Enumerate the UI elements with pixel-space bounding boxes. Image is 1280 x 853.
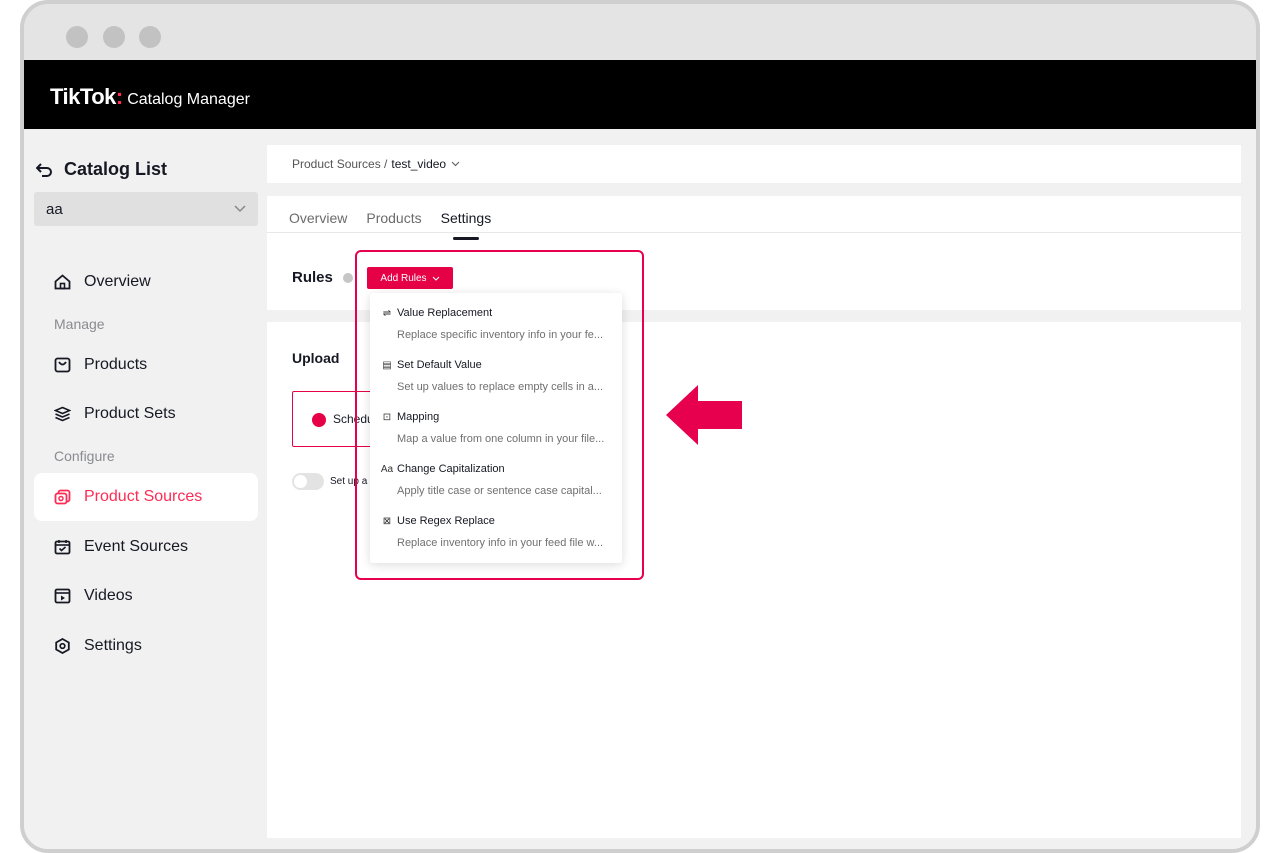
top-bar: TikTok : Catalog Manager [24, 60, 1256, 129]
chevron-down-icon[interactable] [451, 161, 460, 167]
sidebar-item-videos[interactable]: Videos [34, 572, 258, 620]
tab-bar: Overview Products Settings [289, 210, 491, 240]
sidebar-item-products[interactable]: Products [34, 341, 258, 389]
sidebar-item-label: Product Sources [84, 488, 203, 505]
tab-products[interactable]: Products [366, 210, 421, 226]
sidebar-item-product-sources[interactable]: Product Sources [34, 473, 258, 521]
back-to-catalog-list[interactable]: Catalog List [36, 159, 167, 180]
breadcrumb-current[interactable]: test_video [391, 157, 446, 171]
browser-window: TikTok : Catalog Manager Catalog List aa… [20, 0, 1260, 853]
nav-group-configure: Configure [54, 448, 115, 464]
tiktok-logo: TikTok [50, 84, 116, 109]
help-icon[interactable] [342, 272, 353, 283]
pointer-arrow-icon [666, 385, 742, 445]
sidebar: Catalog List aa Overview Manage Products… [24, 129, 267, 849]
sidebar-item-label: Overview [84, 273, 151, 290]
sidebar-item-overview[interactable]: Overview [34, 258, 258, 306]
product-sources-icon [54, 489, 71, 505]
home-icon [54, 274, 71, 290]
breadcrumb-parent[interactable]: Product Sources / [292, 157, 387, 171]
sidebar-item-label: Videos [84, 587, 133, 604]
shopping-bag-icon [54, 357, 71, 373]
chevron-down-icon [234, 205, 246, 213]
tab-settings[interactable]: Settings [441, 210, 491, 240]
sidebar-item-settings[interactable]: Settings [34, 622, 258, 670]
sidebar-item-label: Settings [84, 637, 142, 654]
sidebar-item-label: Event Sources [84, 538, 189, 555]
check-circle-icon [312, 413, 326, 427]
video-icon [54, 588, 71, 604]
catalog-select[interactable]: aa [34, 192, 258, 226]
sidebar-item-label: Products [84, 356, 148, 373]
window-dot [103, 26, 125, 48]
brand[interactable]: TikTok : Catalog Manager [50, 84, 250, 110]
back-label: Catalog List [64, 159, 168, 179]
logo-separator: : [115, 84, 124, 109]
back-arrow-icon [36, 162, 52, 177]
sidebar-item-label: Product Sets [84, 405, 176, 422]
breadcrumb: Product Sources / test_video [267, 145, 1241, 183]
setup-toggle[interactable] [292, 473, 324, 490]
calendar-check-icon [54, 540, 71, 555]
catalog-select-value: aa [46, 200, 63, 218]
tab-divider [267, 232, 1241, 233]
window-dot [66, 26, 88, 48]
highlight-box [355, 250, 644, 580]
gear-icon [55, 638, 70, 654]
tab-overview[interactable]: Overview [289, 210, 347, 226]
layers-icon [54, 406, 71, 422]
rules-heading: Rules [292, 269, 353, 286]
upload-title: Upload [292, 350, 340, 366]
rules-label: Rules [292, 269, 333, 286]
sidebar-item-event-sources[interactable]: Event Sources [34, 523, 258, 571]
window-dot [139, 26, 161, 48]
nav-group-manage: Manage [54, 316, 105, 332]
app-name: Catalog Manager [127, 91, 250, 108]
sidebar-item-product-sets[interactable]: Product Sets [34, 390, 258, 438]
